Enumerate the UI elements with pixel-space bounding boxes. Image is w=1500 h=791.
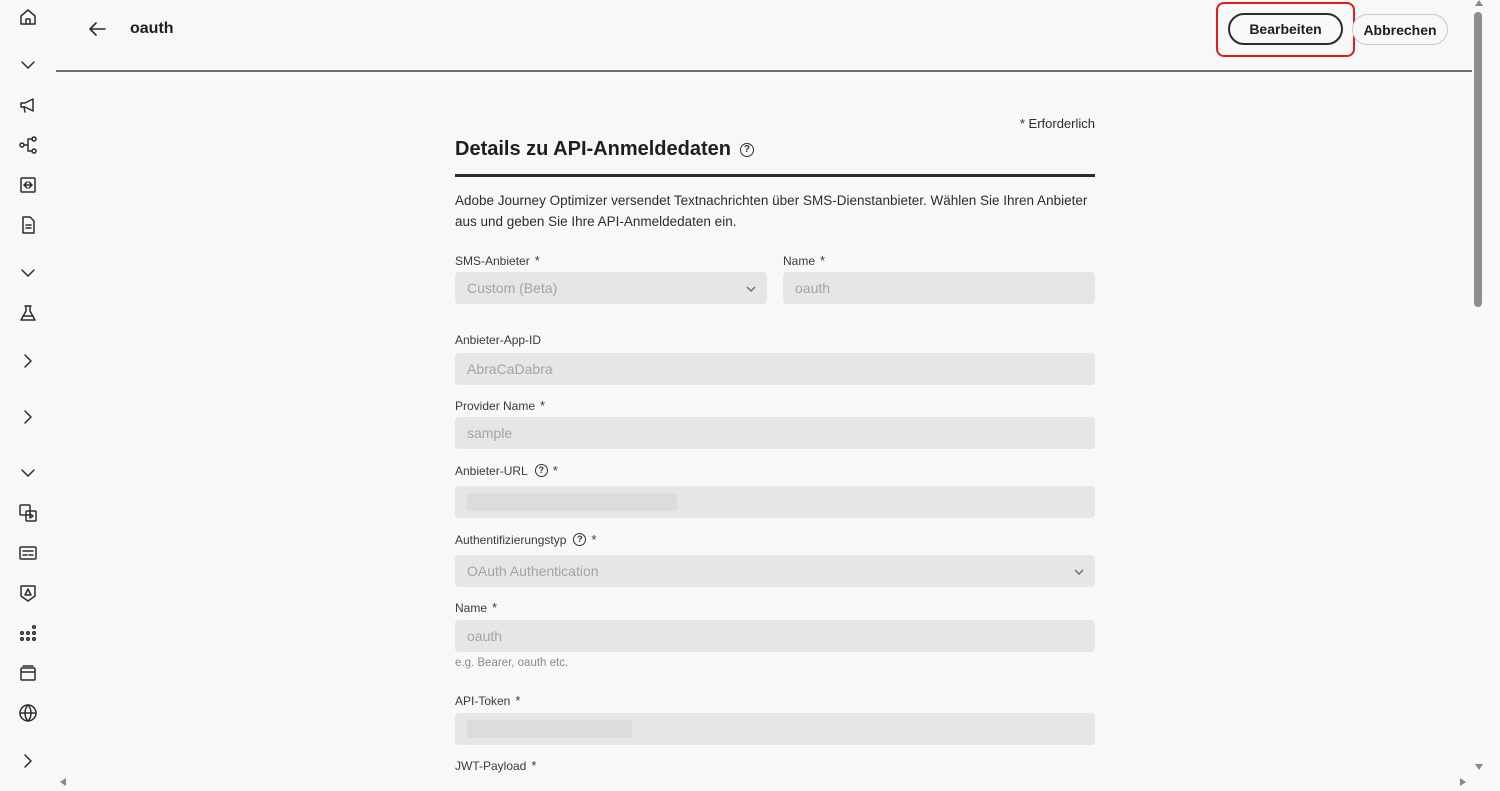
cancel-button[interactable]: Abbrechen — [1352, 14, 1448, 45]
back-arrow-icon[interactable] — [86, 18, 110, 42]
provider-name-value: sample — [467, 425, 513, 441]
horizontal-scrollbar[interactable] — [56, 776, 1472, 790]
sms-provider-value: Custom (Beta) — [467, 280, 558, 296]
redacted-value — [467, 493, 677, 511]
templates-icon[interactable] — [16, 501, 40, 525]
label-text: Authentifizierungstyp — [455, 532, 567, 547]
fragments-icon[interactable] — [16, 541, 40, 565]
home-icon[interactable] — [16, 5, 40, 29]
journey-icon[interactable] — [16, 133, 40, 157]
help-icon[interactable]: ? — [534, 464, 548, 477]
provider-url-field[interactable] — [455, 486, 1095, 518]
required-mark: * — [515, 693, 521, 708]
chevron-right-icon[interactable] — [16, 349, 40, 373]
left-nav-rail — [0, 0, 56, 791]
provider-name-label: Provider Name * — [455, 398, 545, 413]
auth-type-value: OAuth Authentication — [467, 563, 599, 579]
name-label: Name * — [783, 253, 825, 268]
channels-icon[interactable] — [16, 661, 40, 685]
required-note: * Erforderlich — [1019, 116, 1095, 131]
auth-name-label: Name * — [455, 600, 497, 615]
name-value: oauth — [795, 280, 831, 296]
edit-button[interactable]: Bearbeiten — [1228, 13, 1343, 45]
provider-name-field[interactable]: sample — [455, 417, 1095, 449]
label-text: Name — [455, 600, 488, 615]
chevron-down-icon[interactable] — [16, 261, 40, 285]
page-title: oauth — [130, 20, 174, 37]
label-text: Anbieter-URL — [455, 463, 528, 478]
help-icon[interactable]: ? — [573, 533, 587, 546]
auth-type-select[interactable]: OAuth Authentication — [455, 555, 1095, 587]
chevron-down-icon[interactable] — [16, 461, 40, 485]
sms-provider-label: SMS-Anbieter * — [455, 253, 540, 268]
auth-name-value: oauth — [467, 628, 503, 644]
section-title: Details zu API-Anmeldedaten ? — [455, 138, 754, 161]
required-mark: * — [492, 600, 498, 615]
required-mark: * — [534, 253, 540, 268]
scroll-left-icon[interactable] — [60, 778, 66, 786]
content-icon[interactable] — [16, 173, 40, 197]
label-text: API-Token — [455, 693, 511, 708]
chevron-right-icon[interactable] — [16, 749, 40, 773]
globe-icon[interactable] — [16, 701, 40, 725]
catalog-icon[interactable] — [16, 621, 40, 645]
brand-icon[interactable] — [16, 581, 40, 605]
jwt-payload-label: JWT-Payload * — [455, 758, 536, 773]
scrollbar-thumb[interactable] — [1474, 12, 1482, 307]
scroll-right-icon[interactable] — [1460, 778, 1466, 786]
document-icon[interactable] — [16, 213, 40, 237]
megaphone-icon[interactable] — [16, 93, 40, 117]
section-title-text: Details zu API-Anmeldedaten — [455, 138, 731, 160]
app-id-label: Anbieter-App-ID — [455, 333, 541, 347]
api-token-field[interactable] — [455, 713, 1095, 745]
required-mark: * — [531, 758, 537, 773]
section-divider — [455, 174, 1095, 177]
label-text: Provider Name — [455, 398, 536, 413]
sms-provider-select[interactable]: Custom (Beta) — [455, 272, 767, 304]
required-mark: * — [540, 398, 546, 413]
app-id-value: AbraCaDabra — [467, 361, 553, 377]
scroll-down-icon[interactable] — [1475, 764, 1483, 770]
help-icon[interactable]: ? — [739, 142, 754, 157]
required-mark: * — [591, 532, 597, 547]
label-text: SMS-Anbieter — [455, 253, 530, 268]
label-text: Anbieter-App-ID — [455, 333, 542, 347]
chevron-down-icon[interactable] — [16, 53, 40, 77]
section-description: Adobe Journey Optimizer versendet Textna… — [455, 193, 1088, 229]
auth-name-field[interactable]: oauth — [455, 620, 1095, 652]
page-header: oauth Bearbeiten Abbrechen — [56, 0, 1472, 72]
chevron-down-icon — [1073, 565, 1084, 576]
vertical-scrollbar[interactable] — [1472, 0, 1500, 791]
label-text: Name — [783, 253, 816, 268]
chevron-right-icon[interactable] — [16, 405, 40, 429]
scroll-up-icon[interactable] — [1475, 0, 1483, 6]
required-mark: * — [820, 253, 826, 268]
chevron-down-icon — [745, 282, 756, 293]
required-mark: * — [552, 463, 558, 478]
label-text: JWT-Payload — [455, 758, 527, 773]
name-field[interactable]: oauth — [783, 272, 1095, 304]
experiment-icon[interactable] — [16, 301, 40, 325]
auth-name-hint: e.g. Bearer, oauth etc. — [455, 657, 569, 669]
redacted-value — [467, 720, 632, 738]
app-id-field[interactable]: AbraCaDabra — [455, 353, 1095, 385]
auth-type-label: Authentifizierungstyp ? * — [455, 532, 596, 547]
provider-url-label: Anbieter-URL ? * — [455, 463, 558, 478]
api-token-label: API-Token * — [455, 693, 520, 708]
